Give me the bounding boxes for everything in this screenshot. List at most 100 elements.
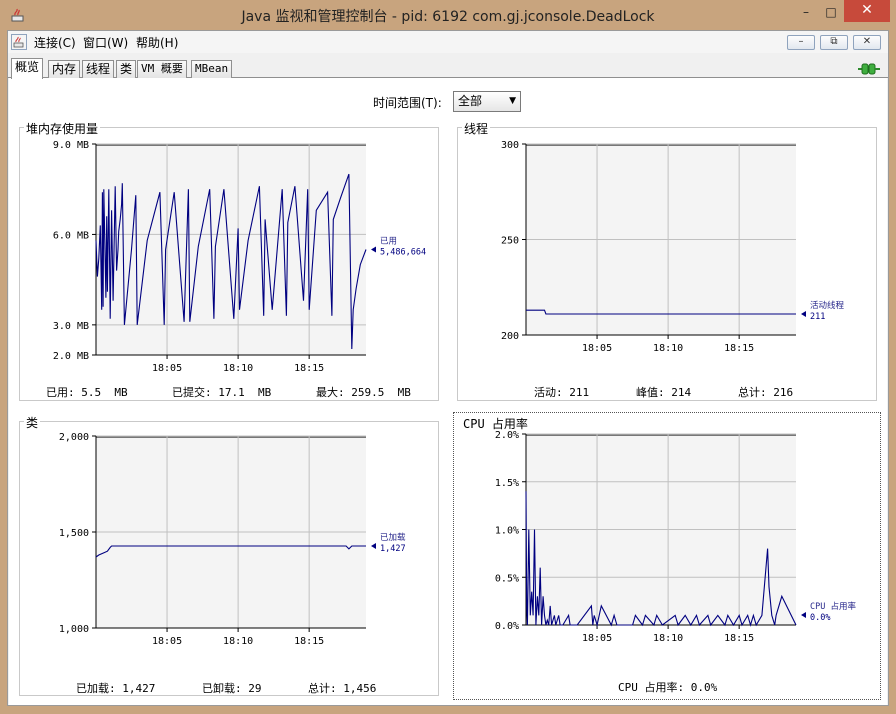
legend-label: 活动线程 [810,300,845,311]
y-tick-label: 1,500 [59,528,89,539]
classes-unloaded-value: 29 [248,682,262,695]
x-tick-label: 18:05 [582,343,612,354]
threads-total-label: 总计: [738,386,767,399]
legend-label: 已用 [380,237,397,247]
x-tick-label: 18:15 [724,633,754,644]
y-tick-label: 1.0% [495,526,519,537]
threads-peak-label: 峰值: [636,386,665,399]
x-tick-label: 18:15 [294,636,324,647]
connection-status-icon [858,63,880,75]
heap-memory-panel: 堆内存使用量 18:05 18:10 18:15 9.0 MB 6.0 MB 3.0 MB… [19,120,439,401]
heap-max-label: 最大: [316,386,345,399]
legend-marker-icon [801,612,806,618]
y-tick-label: 2.0 MB [53,351,89,362]
frame-minimize-button[interactable]: – [787,35,815,50]
legend-value: 211 [810,312,825,322]
cpu-summary-label: CPU 占用率: [618,681,685,694]
x-tick-label: 18:10 [223,636,253,647]
window-titlebar[interactable]: Java 监视和管理控制台 - pid: 6192 com.gj.jconsol… [0,0,896,30]
legend-label: 已加载 [380,532,406,543]
heap-committed-label: 已提交: [172,386,212,399]
internal-frame: 连接(C) 窗口(W) 帮助(H) – ⧉ ✕ 概览 内存 线程 类 VM 概要… [7,30,889,706]
classes-total-value: 1,456 [343,682,377,695]
x-tick-label: 18:15 [294,363,324,374]
legend-value: 1,427 [380,544,406,554]
heap-max: 最大: 259.5 MB [316,384,411,400]
heap-summary: 已用: 5.5 MB [46,384,128,400]
legend-value: 0.0% [810,613,830,623]
legend-marker-icon [371,246,376,253]
menu-help[interactable]: 帮助(H) [136,34,178,51]
menu-connection[interactable]: 连接(C) [34,34,76,51]
tab-threads[interactable]: 线程 [82,60,115,78]
tab-overview[interactable]: 概览 [11,58,44,79]
x-tick-label: 18:10 [653,633,683,644]
classes-loaded: 已加载: 1,427 [76,680,155,696]
frame-close-button[interactable]: ✕ [853,35,881,50]
y-tick-label: 2.0% [495,430,519,441]
y-tick-label: 9.0 MB [53,140,89,151]
classes-unloaded-label: 已卸载: [202,682,242,695]
maximize-button[interactable]: □ [818,2,844,22]
threads-chart: 18:05 18:10 18:15 300 250 200 活动线程211 [501,140,845,354]
x-tick-label: 18:05 [152,636,182,647]
chevron-down-icon: ▼ [509,96,516,106]
threads-peak: 峰值: 214 [636,384,691,400]
y-tick-label: 0.5% [495,573,519,584]
legend-value: 5,486,664 [380,248,426,258]
classes-loaded-label: 已加载: [76,682,116,695]
tab-classes[interactable]: 类 [116,60,137,78]
classes-chart: 18:05 18:10 18:15 2,000 1,500 1,000 已加载1,427 [59,432,406,647]
legend-label: CPU 占用率 [810,601,856,612]
cpu-summary: CPU 占用率: 0.0% [618,679,717,695]
y-tick-label: 1.5% [495,478,519,489]
threads-live: 活动: 211 [534,384,589,400]
x-tick-label: 18:15 [724,343,754,354]
legend-marker-icon [371,543,376,550]
heap-committed-value: 17.1 MB [218,386,272,399]
tab-vm-summary[interactable]: VM 概要 [137,60,187,78]
cpu-usage-chart: 18:05 18:10 18:152.0%1.5%1.0%0.5%0.0%CPU 占… [495,430,857,644]
x-tick-label: 18:10 [223,363,253,374]
y-tick-label: 0.0% [495,621,519,632]
menu-window[interactable]: 窗口(W) [83,34,128,51]
java-frame-icon[interactable] [11,34,27,50]
x-tick-label: 18:05 [152,363,182,374]
time-range-select[interactable]: 全部 ▼ [453,91,521,112]
heap-committed: 已提交: 17.1 MB [172,384,271,400]
y-tick-label: 1,000 [59,624,89,635]
threads-total-value: 216 [773,386,794,399]
time-range-value: 全部 [458,94,483,108]
heap-used-label: 已用: [46,386,75,399]
y-tick-label: 3.0 MB [53,321,89,332]
heap-used-value: 5.5 MB [81,386,128,399]
minimize-button[interactable]: – [793,2,819,22]
threads-live-label: 活动: [534,386,563,399]
overview-content: 时间范围(T): 全部 ▼ 堆内存使用量 18:05 18:10 18:15 9.0 … [9,78,887,705]
y-tick-label: 200 [501,331,519,342]
x-tick-label: 18:10 [653,343,683,354]
tab-memory[interactable]: 内存 [48,60,81,78]
classes-total-label: 总计: [308,682,337,695]
y-tick-label: 6.0 MB [53,230,89,241]
cpu-summary-value: 0.0% [690,681,718,694]
legend-marker-icon [801,310,806,317]
frame-restore-button[interactable]: ⧉ [820,35,848,50]
classes-total: 总计: 1,456 [308,680,376,696]
heap-memory-chart: 18:05 18:10 18:15 9.0 MB 6.0 MB 3.0 MB 2.0 MB 已… [53,140,426,374]
time-range-label: 时间范围(T): [373,96,442,110]
window-title: Java 监视和管理控制台 - pid: 6192 com.gj.jconsol… [241,9,655,25]
y-tick-label: 2,000 [59,432,89,443]
cpu-usage-panel: CPU 占用率 18:05 18:10 18:15 2.0% 1.5% 1.0% 0.5% 0… [453,412,881,700]
close-button[interactable]: ✕ [844,0,890,22]
threads-peak-value: 214 [671,386,692,399]
menubar: 连接(C) 窗口(W) 帮助(H) – ⧉ ✕ [8,31,888,53]
classes-unloaded: 已卸载: 29 [202,680,262,696]
threads-total: 总计: 216 [738,384,793,400]
x-tick-label: 18:05 [582,633,612,644]
threads-panel: 线程 18:05 18:10 18:15 300 250 200 活动线程 211 活动: 2… [457,120,877,401]
classes-loaded-value: 1,427 [122,682,156,695]
heap-max-value: 259.5 MB [351,386,411,399]
tab-mbean[interactable]: MBean [191,60,233,78]
tab-strip: 概览 内存 线程 类 VM 概要 MBean [8,58,888,79]
